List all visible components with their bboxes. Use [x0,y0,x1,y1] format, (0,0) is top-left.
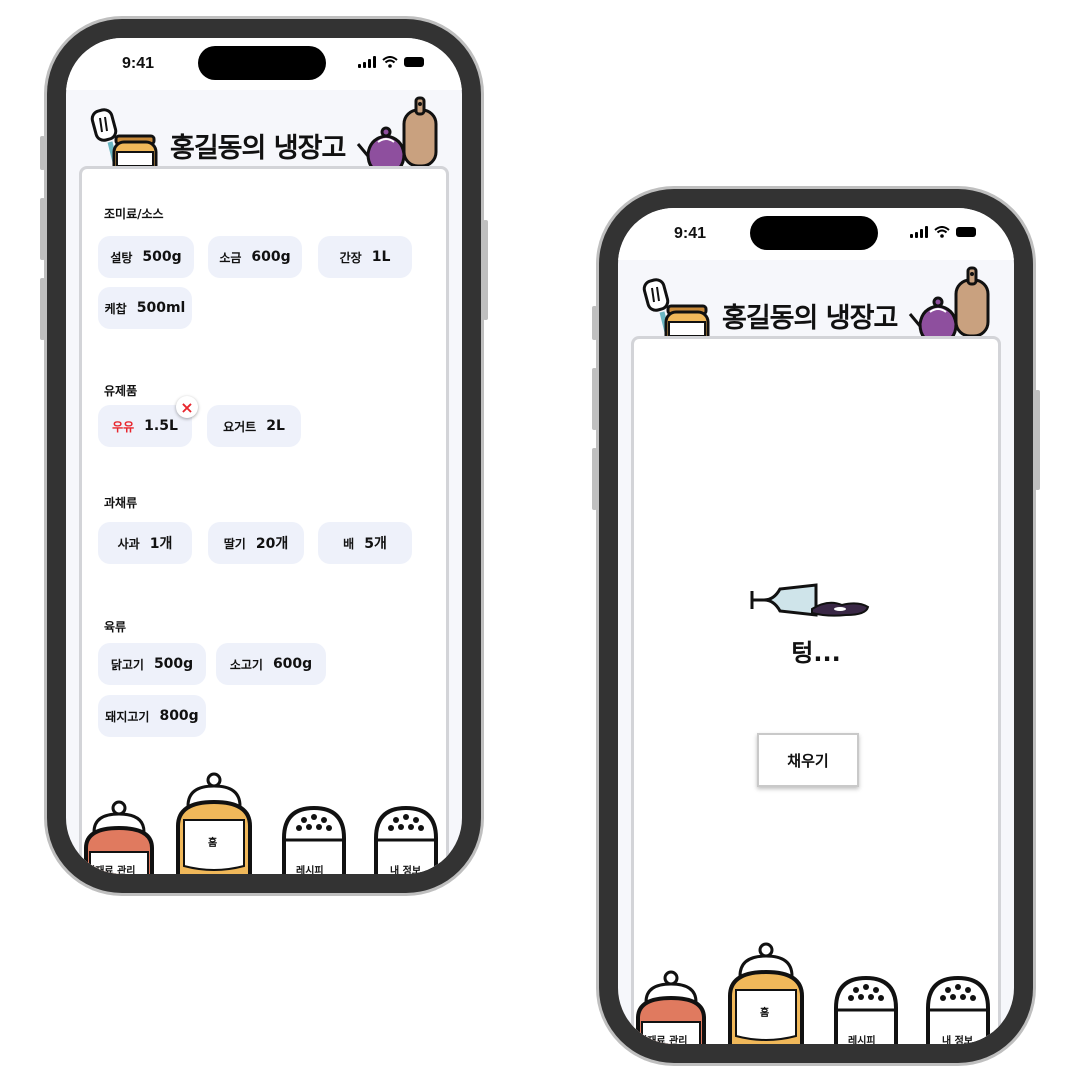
nav-label-profile[interactable]: 내 정보 [390,862,421,874]
side-button [40,136,45,170]
phone-fridge-list: 9:41 홍길동의 냉장고 조미료/소스 설탕 500g 소금 600g 간장 … [40,16,488,896]
nav-label-manage[interactable]: 식재료 관리 [638,1032,687,1044]
status-bar: 9:41 [618,208,1014,260]
nav-label-home[interactable]: 홈 [208,834,217,849]
category-title: 육류 [104,620,127,634]
battery-icon [956,227,976,237]
ingredient-chip[interactable]: 딸기 20개 [208,522,304,564]
spilled-glass-icon [750,583,870,617]
dynamic-island [750,216,878,250]
power-button [1035,390,1040,490]
battery-icon [404,57,424,67]
ingredient-chip[interactable]: 닭고기 500g [98,643,206,685]
signal-icon [358,56,376,68]
empty-message: 텅... [791,639,841,667]
ingredient-chip[interactable]: 설탕 500g [98,236,194,278]
phone-empty-fridge: 9:41 홍길동의 냉장고 텅... 채우기 식재료 관리 홈 레시피 내 정보 [592,186,1040,1066]
ingredient-chip[interactable]: 소금 600g [208,236,302,278]
status-icons [358,56,424,68]
page-title: 홍길동의 냉장고 [170,133,346,164]
page-title: 홍길동의 냉장고 [722,303,898,334]
status-bar: 9:41 [66,38,462,90]
ingredient-chip[interactable]: 사과 1개 [98,522,192,564]
remove-icon[interactable]: × [176,396,198,418]
nav-label-recipe[interactable]: 레시피 [848,1032,876,1044]
dynamic-island [198,46,326,80]
ingredient-chip[interactable]: 요거트 2L [207,405,301,447]
side-button [40,278,45,340]
ingredient-chip[interactable]: 케찹 500ml [98,287,192,329]
category-title: 과채류 [104,496,138,510]
nav-label-profile[interactable]: 내 정보 [942,1032,973,1044]
side-button [592,368,597,430]
jar-orange-icon[interactable] [172,770,256,874]
nav-label-manage[interactable]: 식재료 관리 [86,862,135,874]
bottom-nav: 식재료 관리 홈 레시피 내 정보 [66,764,462,874]
side-button [592,448,597,510]
signal-icon [910,226,928,238]
screen: 9:41 홍길동의 냉장고 [66,38,462,874]
ingredient-chip[interactable]: 소고기 600g [216,643,326,685]
ingredient-chip[interactable]: 돼지고기 800g [98,695,206,737]
bottom-nav: 식재료 관리 홈 레시피 내 정보 [618,934,1014,1044]
category-title: 유제품 [104,384,138,398]
nav-label-home[interactable]: 홈 [760,1004,769,1019]
status-icons [910,226,976,238]
ingredient-chip[interactable]: 간장 1L [318,236,412,278]
status-time: 9:41 [122,55,155,72]
jar-orange-icon[interactable] [724,940,808,1044]
nav-label-recipe[interactable]: 레시피 [296,862,324,874]
power-button [483,220,488,320]
screen: 9:41 홍길동의 냉장고 [618,208,1014,1044]
side-button [592,306,597,340]
ingredient-chip[interactable]: 배 5개 [318,522,412,564]
side-button [40,198,45,260]
wifi-icon [934,226,950,238]
wifi-icon [382,56,398,68]
fill-button[interactable]: 채우기 [757,733,859,787]
category-title: 조미료/소스 [104,207,164,221]
status-time: 9:41 [674,225,707,242]
